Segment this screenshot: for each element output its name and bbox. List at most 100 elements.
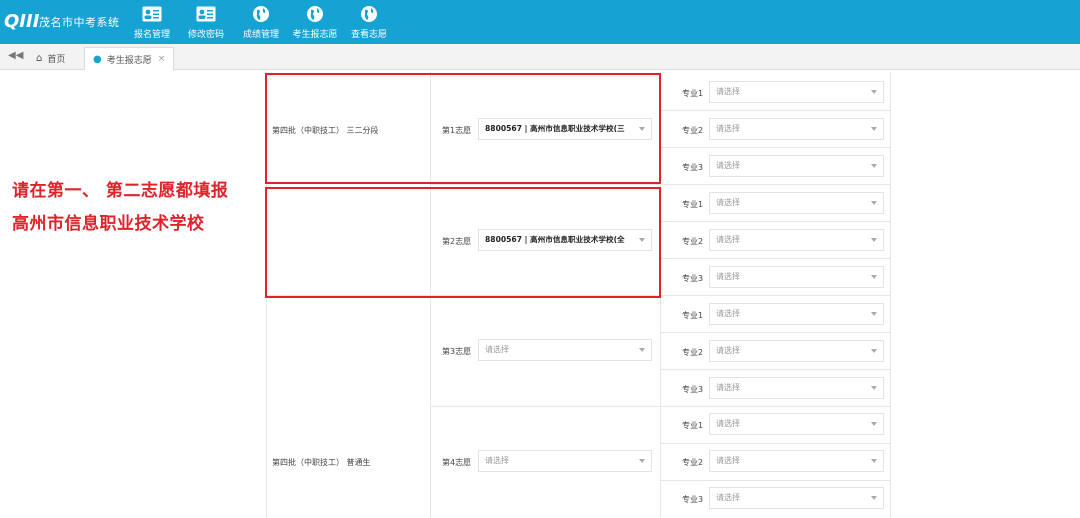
grid-line: [430, 184, 890, 185]
batch-label: 第四批（中职技工） 普通生: [272, 458, 371, 467]
close-icon[interactable]: ×: [158, 54, 166, 64]
chevron-down-icon: [871, 90, 877, 94]
major-select[interactable]: 请选择: [709, 487, 884, 509]
tab-current-label: 考生报志愿: [106, 55, 152, 66]
grid-line: [660, 147, 890, 148]
highlight-box-volunteer-2: [265, 187, 661, 298]
select-placeholder: 请选择: [716, 419, 740, 428]
chevron-down-icon: [871, 349, 877, 353]
major-label: 专业2: [682, 237, 704, 246]
select-placeholder: 请选择: [716, 456, 740, 465]
chevron-down-icon: [639, 348, 645, 352]
major-select[interactable]: 请选择: [709, 340, 884, 362]
volunteer-label: 第4志愿: [442, 458, 472, 467]
chevron-down-icon: [871, 238, 877, 242]
home-icon: ⌂: [36, 53, 43, 64]
major-select[interactable]: 请选择: [709, 450, 884, 472]
select-placeholder: 请选择: [716, 272, 740, 281]
nav-registration[interactable]: 报名管理: [126, 5, 178, 41]
chevron-down-icon: [871, 386, 877, 390]
tab-home[interactable]: ⌂ 首页: [28, 47, 73, 70]
nav-label: 修改密码: [187, 30, 224, 40]
tab-apply-volunteer[interactable]: ● 考生报志愿 ×: [84, 47, 175, 70]
grid-line: [660, 258, 890, 259]
tab-bar: ◀◀ ⌂ 首页 ● 考生报志愿 ×: [0, 44, 1080, 70]
major-label: 专业3: [682, 274, 704, 283]
grid-line: [660, 480, 890, 481]
major-label: 专业2: [682, 458, 704, 467]
major-label: 专业2: [682, 126, 704, 135]
double-chevron-left-icon[interactable]: ◀◀: [8, 50, 23, 62]
nav-label: 考生报志愿: [292, 30, 338, 40]
globe-icon: [305, 5, 325, 23]
app-logo: QIII 茂名市中考系统: [4, 8, 120, 36]
chevron-down-icon: [871, 164, 877, 168]
major-select[interactable]: 请选择: [709, 413, 884, 435]
nav-change-password[interactable]: 修改密码: [180, 5, 232, 41]
chevron-down-icon: [871, 422, 877, 426]
globe-icon: [251, 5, 271, 23]
select-placeholder: 请选择: [485, 345, 509, 354]
tab-home-label: 首页: [47, 55, 66, 65]
grid-line: [890, 72, 891, 518]
select-placeholder: 请选择: [716, 493, 740, 502]
volunteer-4-select[interactable]: 请选择: [478, 450, 652, 472]
major-label: 专业3: [682, 495, 704, 504]
major-select[interactable]: 请选择: [709, 377, 884, 399]
chevron-down-icon: [871, 312, 877, 316]
major-label: 专业3: [682, 163, 704, 172]
chevron-down-icon: [871, 127, 877, 131]
globe-icon: ●: [93, 53, 102, 65]
nav-apply-volunteer[interactable]: 考生报志愿: [289, 5, 341, 41]
highlight-box-volunteer-1: [265, 73, 661, 184]
annotation-line-1: 请在第一、 第二志愿都填报: [12, 181, 229, 201]
globe-icon: [359, 5, 379, 23]
select-placeholder: 请选择: [716, 87, 740, 96]
grid-line: [660, 332, 890, 333]
volunteer-3-select[interactable]: 请选择: [478, 339, 652, 361]
select-placeholder: 请选择: [485, 456, 509, 465]
nav-view-volunteer[interactable]: 查看志愿: [343, 5, 395, 41]
annotation-line-2: 高州市信息职业技术学校: [12, 214, 205, 234]
select-placeholder: 请选择: [716, 346, 740, 355]
major-label: 专业1: [682, 421, 704, 430]
logo-mark: QIII: [4, 11, 40, 32]
app-title: 茂名市中考系统: [39, 16, 120, 29]
top-header: QIII 茂名市中考系统 报名管理 修改密码 成绩管理 考生报志愿 查看志愿: [0, 0, 1080, 44]
major-label: 专业1: [682, 89, 704, 98]
major-label: 专业1: [682, 200, 704, 209]
select-placeholder: 请选择: [716, 198, 740, 207]
major-label: 专业1: [682, 311, 704, 320]
major-select[interactable]: 请选择: [709, 303, 884, 325]
select-placeholder: 请选择: [716, 161, 740, 170]
id-card-icon: [196, 5, 216, 23]
major-select[interactable]: 请选择: [709, 229, 884, 251]
nav-label: 查看志愿: [350, 30, 387, 40]
grid-line: [660, 221, 890, 222]
major-select[interactable]: 请选择: [709, 155, 884, 177]
major-label: 专业3: [682, 385, 704, 394]
major-select[interactable]: 请选择: [709, 118, 884, 140]
major-select[interactable]: 请选择: [709, 81, 884, 103]
select-placeholder: 请选择: [716, 235, 740, 244]
grid-line: [660, 443, 890, 444]
chevron-down-icon: [871, 201, 877, 205]
grid-line: [430, 406, 890, 407]
chevron-down-icon: [639, 459, 645, 463]
chevron-down-icon: [871, 496, 877, 500]
nav-label: 成绩管理: [242, 30, 279, 40]
id-card-icon: [142, 5, 162, 23]
select-placeholder: 请选择: [716, 124, 740, 133]
select-placeholder: 请选择: [716, 383, 740, 392]
major-select[interactable]: 请选择: [709, 266, 884, 288]
chevron-down-icon: [871, 275, 877, 279]
major-select[interactable]: 请选择: [709, 192, 884, 214]
volunteer-label: 第3志愿: [442, 347, 472, 356]
nav-label: 报名管理: [133, 30, 170, 40]
select-placeholder: 请选择: [716, 309, 740, 318]
grid-line: [660, 110, 890, 111]
nav-score-management[interactable]: 成绩管理: [235, 5, 287, 41]
major-label: 专业2: [682, 348, 704, 357]
chevron-down-icon: [871, 459, 877, 463]
grid-line: [660, 369, 890, 370]
